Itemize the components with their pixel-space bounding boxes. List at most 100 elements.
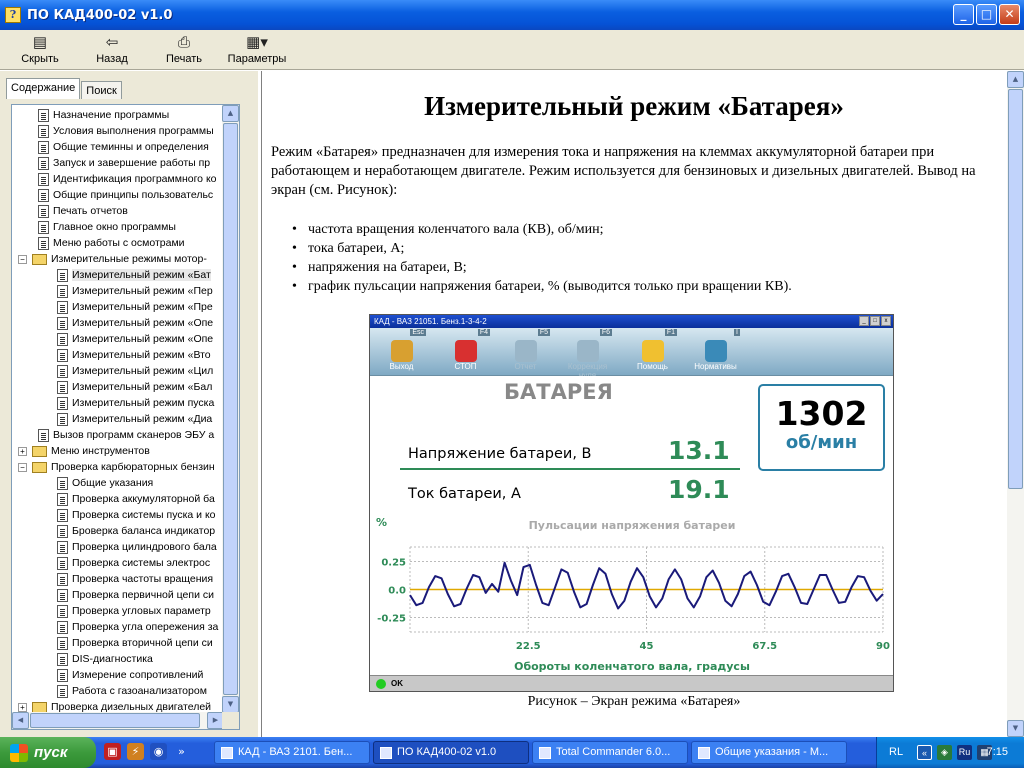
expand-icon[interactable]: +	[18, 702, 27, 712]
hotkey-label: I	[734, 329, 740, 336]
maximize-button[interactable]: □	[976, 4, 997, 25]
hide-pane-icon: ▤	[32, 34, 48, 51]
tree-item[interactable]: Общие принципы пользовательс	[38, 187, 213, 203]
clock: 7:15	[986, 746, 1008, 758]
quicklaunch-app-icon[interactable]: ▣	[104, 743, 121, 760]
document-icon	[57, 668, 68, 682]
tree-item[interactable]: Общие указания	[57, 475, 153, 491]
tree-item[interactable]: Назначение программы	[38, 107, 169, 123]
topic-content: Измерительный режим «Батарея» Режим «Бат…	[262, 71, 1006, 737]
hotkey-label: F5	[537, 329, 550, 336]
tree-item[interactable]: Проверка угла опережения за	[57, 619, 218, 635]
task-app-icon	[539, 746, 551, 759]
tree-item[interactable]: Проверка системы электрос	[57, 555, 210, 571]
tree-item[interactable]: Проверка системы пуска и ко	[57, 507, 216, 523]
tree-item[interactable]: Проверка цилиндрового бала	[57, 539, 217, 555]
taskbar-item[interactable]: ПО КАД400-02 v1.0	[373, 741, 529, 764]
tree-item[interactable]: Проверка угловых параметр	[57, 603, 211, 619]
tree-item-label: Вызов программ сканеров ЭБУ а	[53, 429, 215, 441]
tree-item[interactable]: Проверка частоты вращения	[57, 571, 213, 587]
start-button[interactable]: пуск	[0, 737, 96, 768]
taskbar-item[interactable]: Общие указания - М...	[691, 741, 847, 764]
close-button[interactable]: ✕	[999, 4, 1020, 25]
tree-item[interactable]: Измерительный режим «Опе	[57, 331, 213, 347]
figure-toolbar-button: F4 СТОП	[438, 328, 493, 376]
scroll-thumb[interactable]	[223, 123, 238, 695]
hscroll-thumb[interactable]	[30, 713, 200, 728]
quicklaunch-media-icon[interactable]: ◉	[150, 743, 167, 760]
tab-search[interactable]: Поиск	[81, 81, 122, 99]
tree-item[interactable]: Общие теминны и определения	[38, 139, 209, 155]
taskbar-item[interactable]: КАД - ВАЗ 2101. Бен...	[214, 741, 370, 764]
quicklaunch-more-icon[interactable]: »	[173, 743, 190, 760]
collapse-icon[interactable]: −	[18, 462, 27, 472]
tree-item[interactable]: Проверка первичной цепи си	[57, 587, 214, 603]
tab-contents[interactable]: Содержание	[6, 78, 81, 99]
collapse-icon[interactable]: −	[18, 254, 27, 264]
quicklaunch-tool-icon[interactable]: ⚡	[127, 743, 144, 760]
button-label: Помощь	[637, 362, 668, 371]
list-item: тока батареи, А;	[292, 239, 992, 258]
scroll-left-icon[interactable]: ◀	[12, 712, 29, 729]
tree-item[interactable]: Измерительный режим «Бал	[57, 379, 212, 395]
tree-item[interactable]: + Проверка дизельных двигателей	[18, 699, 211, 713]
tree-item-label: Измерительный режим «Опе	[72, 333, 214, 345]
tray-language-icon[interactable]: Ru	[957, 745, 972, 760]
taskbar-item[interactable]: Total Commander 6.0...	[532, 741, 688, 764]
print-button[interactable]: ⎙ Печать	[158, 30, 210, 70]
tree-item[interactable]: Проверка вторичной цепи си	[57, 635, 213, 651]
document-icon	[57, 284, 68, 298]
tree-item[interactable]: Измерительный режим «Пре	[57, 299, 213, 315]
tree-item[interactable]: − Проверка карбюраторных бензин	[18, 459, 215, 475]
button-label: Выход	[389, 362, 414, 371]
tree-item[interactable]: Идентификация программного ко	[38, 171, 217, 187]
tree-item[interactable]: Измерительный режим «Бат	[57, 267, 211, 283]
scroll-down-icon[interactable]: ▼	[1007, 720, 1024, 737]
tree-item[interactable]: DIS-диагностика	[57, 651, 153, 667]
tree-item[interactable]: Условия выполнения программы	[38, 123, 214, 139]
tree-horizontal-scrollbar[interactable]: ◀ ▶	[12, 712, 224, 729]
options-button[interactable]: ▦▾ Параметры	[222, 30, 292, 70]
tree-item[interactable]: Вызов программ сканеров ЭБУ а	[38, 427, 214, 443]
document-icon	[57, 540, 68, 554]
scroll-up-icon[interactable]: ▲	[1007, 71, 1024, 88]
topic-pane: Измерительный режим «Батарея» Режим «Бат…	[261, 71, 1024, 737]
tree-item[interactable]: Броверка баланса индикатор	[57, 523, 215, 539]
expand-icon[interactable]: +	[18, 446, 27, 456]
language-indicator[interactable]: RL	[889, 746, 903, 758]
window-titlebar[interactable]: ? ПО КАД400-02 v1.0 _ □ ✕	[0, 0, 1024, 30]
minimize-button[interactable]: _	[953, 4, 974, 25]
figure-main: БАТАРЕЯ 1302 об/мин Напряжение батареи, …	[370, 376, 893, 676]
tree-vertical-scrollbar[interactable]: ▲ ▼	[222, 105, 239, 713]
tree-item[interactable]: + Меню инструментов	[18, 443, 150, 459]
task-app-icon	[698, 746, 710, 759]
tree-item[interactable]: Измерительный режим пуска	[57, 395, 214, 411]
back-button[interactable]: ⇦ Назад	[86, 30, 138, 70]
printer-icon: ⎙	[177, 34, 190, 51]
tree-item[interactable]: Проверка аккумуляторной ба	[57, 491, 215, 507]
tree-item[interactable]: Главное окно программы	[38, 219, 176, 235]
hide-button[interactable]: ▤ Скрыть	[14, 30, 66, 70]
tree-item[interactable]: Запуск и завершение работы пр	[38, 155, 210, 171]
scroll-down-icon[interactable]: ▼	[222, 696, 239, 713]
tree-item-label: Проверка угла опережения за	[72, 621, 219, 633]
tree-item[interactable]: Печать отчетов	[38, 203, 128, 219]
tray-arrow-icon[interactable]: «	[917, 745, 932, 760]
button-label: Отчет	[514, 362, 537, 371]
topic-vertical-scrollbar[interactable]: ▲ ▼	[1007, 71, 1024, 737]
list-item: частота вращения коленчатого вала (КВ), …	[292, 220, 992, 239]
tree-item[interactable]: Измерительный режим «Пер	[57, 283, 213, 299]
scroll-up-icon[interactable]: ▲	[222, 105, 239, 122]
tree-item[interactable]: Измерение сопротивлений	[57, 667, 203, 683]
scroll-thumb[interactable]	[1008, 89, 1023, 489]
figure-toolbar-button: I Нормативы	[688, 328, 743, 376]
tray-network-icon[interactable]: ◈	[937, 745, 952, 760]
tree-item[interactable]: Меню работы с осмотрами	[38, 235, 185, 251]
tree-item[interactable]: Измерительный режим «Цил	[57, 363, 213, 379]
tree-item[interactable]: − Измерительные режимы мотор-	[18, 251, 207, 267]
tree-item[interactable]: Работа с газоанализатором	[57, 683, 207, 699]
tree-item[interactable]: Измерительный режим «Вто	[57, 347, 211, 363]
tree-item[interactable]: Измерительный режим «Диа	[57, 411, 212, 427]
tree-item[interactable]: Измерительный режим «Опе	[57, 315, 213, 331]
windows-flag-icon	[10, 743, 28, 762]
